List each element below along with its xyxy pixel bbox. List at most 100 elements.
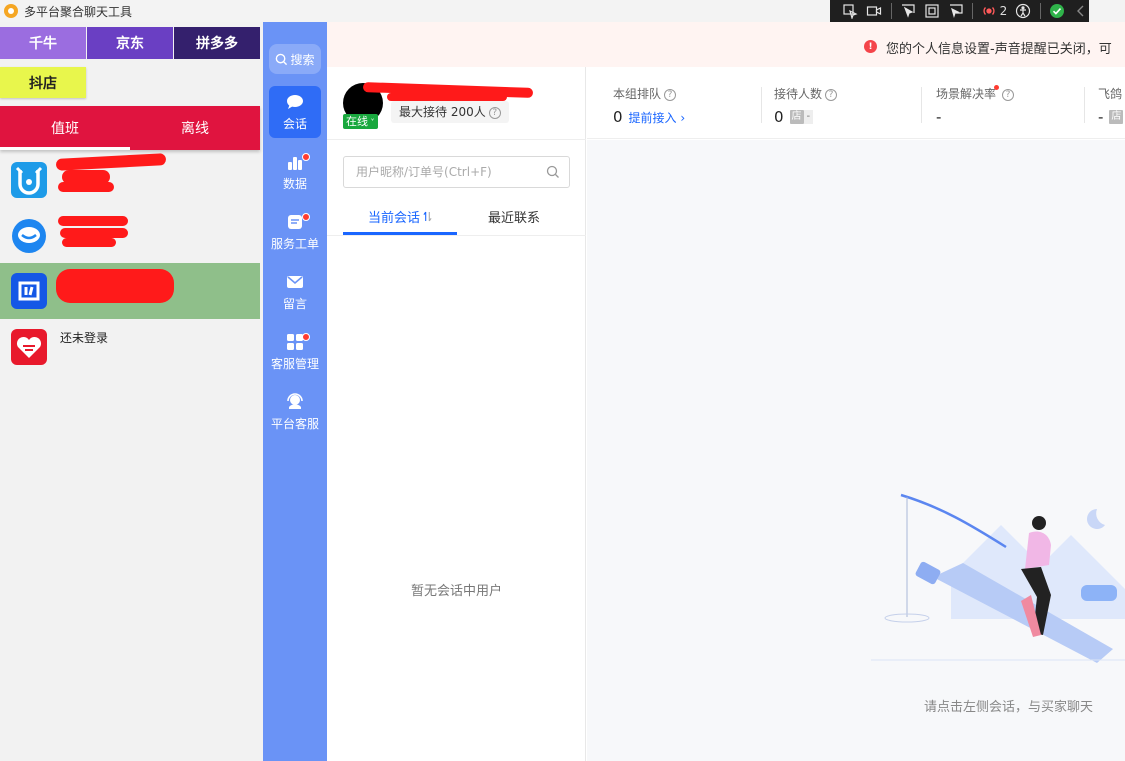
select-element-icon[interactable]: [842, 3, 858, 20]
tab-current-sessions[interactable]: 当前会话: [343, 197, 457, 235]
debug-toolbar: 2: [830, 0, 1089, 22]
early-access-link[interactable]: 提前接入 ›: [629, 109, 686, 126]
divider: [327, 139, 586, 140]
sort-icon[interactable]: [423, 210, 432, 223]
shop-tag[interactable]: 店: [789, 110, 804, 124]
platform-tab-doudian[interactable]: 抖店: [0, 67, 86, 98]
chevron-left-icon[interactable]: [1073, 3, 1089, 20]
title-bar: 多平台聚合聊天工具 2: [0, 0, 1125, 22]
account-name-not-logged-in: 还未登录: [60, 331, 109, 345]
stat-value: - 店: [1098, 108, 1124, 126]
nav-item-label: 服务工单: [270, 237, 319, 251]
nav-item-label: 客服管理: [270, 357, 319, 371]
shop-tag[interactable]: 店: [1109, 110, 1124, 124]
online-status-label: 在线: [346, 115, 368, 128]
nav-item-tickets[interactable]: 服务工单: [269, 206, 321, 258]
account-item[interactable]: [0, 152, 260, 208]
nav-item-label: 平台客服: [270, 417, 319, 431]
fishing-illustration: [871, 493, 1125, 663]
stat-value: -: [936, 108, 1014, 126]
redaction-mark: [58, 216, 128, 226]
redaction-mark: [58, 182, 114, 192]
online-status-badge[interactable]: 在线 ˅: [343, 114, 378, 129]
redaction-mark: [55, 153, 167, 171]
live-broadcast-icon[interactable]: [981, 3, 997, 20]
nav-item-data[interactable]: 数据: [269, 146, 321, 198]
notification-dot: [302, 213, 310, 221]
divider: [1084, 87, 1085, 123]
empty-session-text: 暂无会话中用户: [410, 584, 502, 599]
toolbar-separator: [1039, 3, 1041, 19]
frame-select-icon[interactable]: [924, 3, 940, 20]
offline-button[interactable]: 离线: [130, 106, 260, 150]
stat-queue: 本组排队? 0 提前接入 ›: [613, 85, 685, 126]
nav-item-messages[interactable]: 留言: [269, 266, 321, 318]
doudian-icon: [11, 273, 47, 309]
session-search-input[interactable]: [344, 157, 544, 187]
nav-item-label: 留言: [282, 297, 307, 311]
window-title: 多平台聚合聊天工具: [24, 5, 133, 19]
redaction-mark: [56, 269, 174, 303]
help-icon[interactable]: ?: [488, 107, 501, 119]
nav-item-label: 数据: [282, 177, 307, 191]
duty-status-bar: 值班 离线: [0, 106, 260, 150]
platform-tab-qianniu[interactable]: 千牛: [0, 27, 86, 59]
search-icon: [276, 53, 288, 65]
divider: [921, 87, 922, 123]
redaction-mark: [62, 238, 116, 247]
platform-panel: 千牛 京东 拼多多 抖店 值班 离线 还未登录: [0, 22, 263, 761]
check-circle-icon[interactable]: [1048, 3, 1064, 20]
nav-item-service-management[interactable]: 客服管理: [269, 326, 321, 378]
mail-icon: [287, 276, 303, 288]
accessibility-icon[interactable]: [1015, 3, 1031, 20]
shop-value: -: [803, 110, 814, 124]
max-reception-info: 最大接待 200人?: [391, 101, 509, 123]
stat-value: 0 店-: [774, 108, 837, 126]
stats-header: 本组排队? 0 提前接入 › 接待人数? 0 店- 场景解决率? - 飞鸽 - …: [587, 67, 1125, 139]
account-item-selected[interactable]: [0, 263, 260, 319]
search-icon[interactable]: [546, 165, 560, 179]
help-icon[interactable]: ?: [664, 89, 677, 101]
help-icon[interactable]: ?: [1002, 89, 1015, 101]
search-button-label: 搜索: [290, 52, 315, 67]
chevron-down-icon: ˅: [368, 118, 375, 127]
stat-label: 场景解决率?: [936, 85, 1015, 102]
account-item[interactable]: [0, 208, 260, 264]
notice-bar: ! 您的个人信息设置-声音提醒已关闭，可: [327, 22, 1125, 67]
chevron-right-icon: ›: [680, 110, 686, 125]
jd-chat-icon: [11, 218, 47, 254]
pointer-icon[interactable]: [900, 3, 916, 20]
help-icon[interactable]: ?: [825, 89, 838, 101]
resolution-rate-value: -: [936, 108, 942, 126]
platform-tab-pdd[interactable]: 拼多多: [174, 27, 260, 59]
divider: [761, 87, 762, 123]
redaction-mark: [60, 228, 128, 238]
alert-icon: !: [864, 40, 877, 53]
on-duty-button[interactable]: 值班: [0, 106, 130, 150]
stat-label: 接待人数?: [774, 85, 838, 102]
session-column: 在线 ˅ 最大接待 200人? 当前会话 最近联系 暂无会话中用户: [327, 67, 586, 761]
platform-tab-jd[interactable]: 京东: [87, 27, 173, 59]
stat-label: 本组排队?: [613, 85, 685, 102]
nav-item-platform-service[interactable]: 平台客服: [269, 386, 321, 438]
chat-area: 请点击左侧会话，与买家聊天: [587, 140, 1125, 761]
account-item[interactable]: 还未登录: [0, 319, 260, 375]
stat-label: 飞鸽: [1098, 87, 1123, 101]
chat-bubble-icon: [287, 95, 303, 109]
display-layout-icon[interactable]: [948, 3, 964, 20]
headset-icon: [287, 393, 303, 409]
max-reception-label: 最大接待 200人: [399, 105, 486, 119]
feige-value: -: [1098, 108, 1104, 126]
video-record-icon[interactable]: [866, 3, 882, 20]
nav-item-label: 会话: [282, 117, 307, 131]
notice-text[interactable]: 您的个人信息设置-声音提醒已关闭，可: [886, 38, 1112, 57]
nav-item-chat[interactable]: 会话: [269, 86, 321, 138]
app-logo-icon: [4, 4, 18, 18]
tab-label: 当前会话: [367, 210, 420, 226]
notification-dot: [994, 85, 1000, 90]
stat-resolution-rate: 场景解决率? -: [936, 85, 1015, 126]
tab-recent-contacts[interactable]: 最近联系: [457, 197, 571, 235]
search-button[interactable]: 搜索: [269, 44, 321, 74]
chat-hint-text: 请点击左侧会话，与买家聊天: [924, 700, 1094, 715]
redaction-mark: [387, 93, 507, 101]
